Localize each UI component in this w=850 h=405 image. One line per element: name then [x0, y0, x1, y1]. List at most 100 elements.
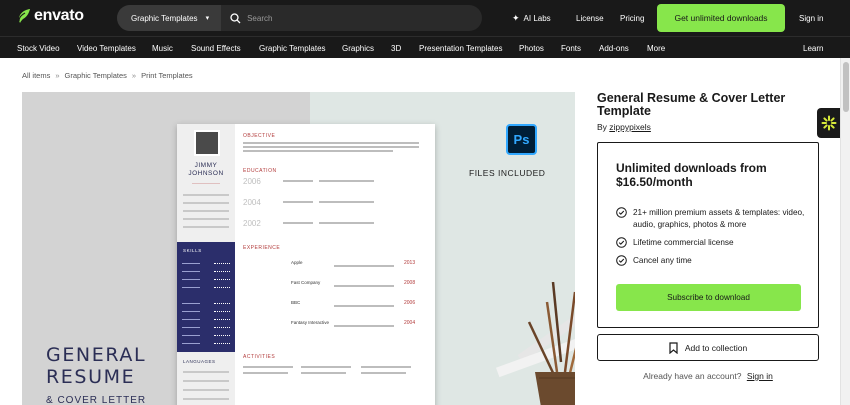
skill-row: [182, 334, 230, 337]
resume-text-line: [243, 146, 419, 148]
resume-skills-heading: SKILLS: [183, 248, 202, 253]
resume-education-heading: EDUCATION: [243, 168, 277, 174]
author-link[interactable]: zippypixels: [609, 122, 651, 132]
product-byline: By zippypixels: [597, 122, 651, 132]
resume-contact-line: [183, 210, 229, 212]
envato-logo[interactable]: envato: [17, 7, 84, 25]
envato-leaf-icon: [18, 9, 30, 23]
resume-contact-line: [183, 218, 229, 220]
resume-exp-year: 2006: [404, 300, 416, 306]
category-presentation-templates[interactable]: Presentation Templates: [419, 37, 502, 59]
breadcrumb: All items » Graphic Templates » Print Te…: [22, 71, 193, 80]
skill-row: [182, 310, 230, 313]
resume-mockup: JIMMY JOHNSON ———————— SKILLS LANGUAGES …: [177, 124, 435, 405]
category-photos[interactable]: Photos: [519, 37, 544, 59]
category-graphic-templates[interactable]: Graphic Templates: [259, 37, 326, 59]
pricing-link[interactable]: Pricing: [620, 0, 644, 36]
floating-badge[interactable]: [817, 108, 841, 138]
check-circle-icon: [616, 255, 627, 266]
resume-last-name: JOHNSON: [188, 170, 224, 177]
subscription-title: Unlimited downloads from $16.50/month: [616, 161, 767, 189]
breadcrumb-print-templates[interactable]: Print Templates: [141, 71, 193, 80]
resume-text-line: [301, 372, 346, 374]
feature-text: Lifetime commercial license: [633, 238, 734, 247]
page: envato Graphic Templates ▾ ✦ AI Labs Lic…: [0, 0, 850, 405]
search-bar: Graphic Templates ▾: [117, 5, 482, 31]
add-to-collection-button[interactable]: Add to collection: [597, 334, 819, 361]
search-input[interactable]: [247, 13, 448, 23]
resume-languages-heading: LANGUAGES: [183, 359, 216, 364]
feature-text: Cancel any time: [633, 256, 692, 265]
byline-prefix: By: [597, 122, 607, 132]
skill-row: [182, 342, 230, 345]
sign-in-link[interactable]: Sign in: [799, 0, 823, 36]
skill-row: [182, 270, 230, 273]
category-nav: Stock Video Video Templates Music Sound …: [0, 36, 850, 58]
resume-year: 2004: [243, 198, 261, 207]
resume-exp-year: 2004: [404, 320, 416, 326]
search-icon: [230, 12, 241, 23]
resume-experience-heading: EXPERIENCE: [243, 245, 281, 251]
existing-account-prompt: Already have an account? Sign in: [597, 371, 819, 381]
resume-activities-heading: ACTIVITIES: [243, 354, 276, 360]
breadcrumb-separator: »: [131, 71, 137, 80]
scrollbar-thumb[interactable]: [843, 62, 849, 112]
sign-in-link-bottom[interactable]: Sign in: [747, 371, 773, 381]
search-category-label: Graphic Templates: [131, 13, 198, 23]
feature-item: Cancel any time: [616, 255, 812, 267]
resume-year: 2006: [243, 177, 261, 186]
photoshop-icon: Ps: [506, 124, 537, 155]
category-sound-effects[interactable]: Sound Effects: [191, 37, 241, 59]
bookmark-icon: [669, 341, 678, 354]
preview-title-line-2: RESUME: [46, 366, 136, 388]
subscription-card: Unlimited downloads from $16.50/month 21…: [597, 142, 819, 328]
resume-language-line: [183, 389, 229, 391]
check-circle-icon: [616, 237, 627, 248]
resume-language-line: [183, 398, 229, 400]
resume-company: Fast Company: [291, 280, 321, 285]
resume-sidebar: JIMMY JOHNSON ———————— SKILLS LANGUAGES: [177, 124, 235, 405]
category-more[interactable]: More: [647, 37, 665, 59]
category-music[interactable]: Music: [152, 37, 173, 59]
skill-row: [182, 302, 230, 305]
files-included-label: FILES INCLUDED: [469, 168, 546, 178]
category-add-ons[interactable]: Add-ons: [599, 37, 629, 59]
breadcrumb-all-items[interactable]: All items: [22, 71, 50, 80]
resume-exp-year: 2008: [404, 280, 416, 286]
feature-item: Lifetime commercial license: [616, 237, 812, 249]
product-preview-image[interactable]: Ps FILES INCLUDED JIMMY JOHNSON ————————…: [22, 92, 575, 405]
skill-row: [182, 318, 230, 321]
resume-text-line: [334, 325, 394, 327]
ai-labs-label: AI Labs: [523, 13, 551, 23]
chevron-down-icon: ▾: [205, 15, 210, 22]
envato-wordmark: envato: [34, 7, 84, 24]
resume-company: Fantasy Interactive: [291, 320, 330, 325]
existing-account-text: Already have an account?: [643, 371, 742, 381]
get-unlimited-downloads-button[interactable]: Get unlimited downloads: [657, 4, 785, 32]
skill-row: [182, 286, 230, 289]
ai-labs-link[interactable]: ✦ AI Labs: [512, 0, 551, 36]
resume-text-line: [361, 372, 406, 374]
search-category-select[interactable]: Graphic Templates ▾: [117, 5, 222, 31]
page-scrollbar[interactable]: [840, 58, 850, 405]
skill-row: [182, 262, 230, 265]
subscribe-to-download-button[interactable]: Subscribe to download: [616, 284, 801, 311]
resume-language-line: [183, 380, 229, 382]
resume-text-line: [361, 366, 411, 368]
resume-contact-line: [183, 194, 229, 196]
category-video-templates[interactable]: Video Templates: [77, 37, 136, 59]
category-3d[interactable]: 3D: [391, 37, 401, 59]
resume-text-line: [334, 265, 394, 267]
learn-link[interactable]: Learn: [803, 37, 823, 59]
category-stock-video[interactable]: Stock Video: [17, 37, 60, 59]
sparkle-flower-icon: [821, 115, 837, 131]
breadcrumb-graphic-templates[interactable]: Graphic Templates: [65, 71, 127, 80]
resume-text-line: [243, 372, 288, 374]
category-fonts[interactable]: Fonts: [561, 37, 581, 59]
resume-text-line: [243, 366, 293, 368]
skill-row: [182, 278, 230, 281]
license-link[interactable]: License: [576, 0, 604, 36]
resume-text-line: [334, 305, 394, 307]
resume-text-line: [283, 201, 313, 203]
category-graphics[interactable]: Graphics: [342, 37, 374, 59]
